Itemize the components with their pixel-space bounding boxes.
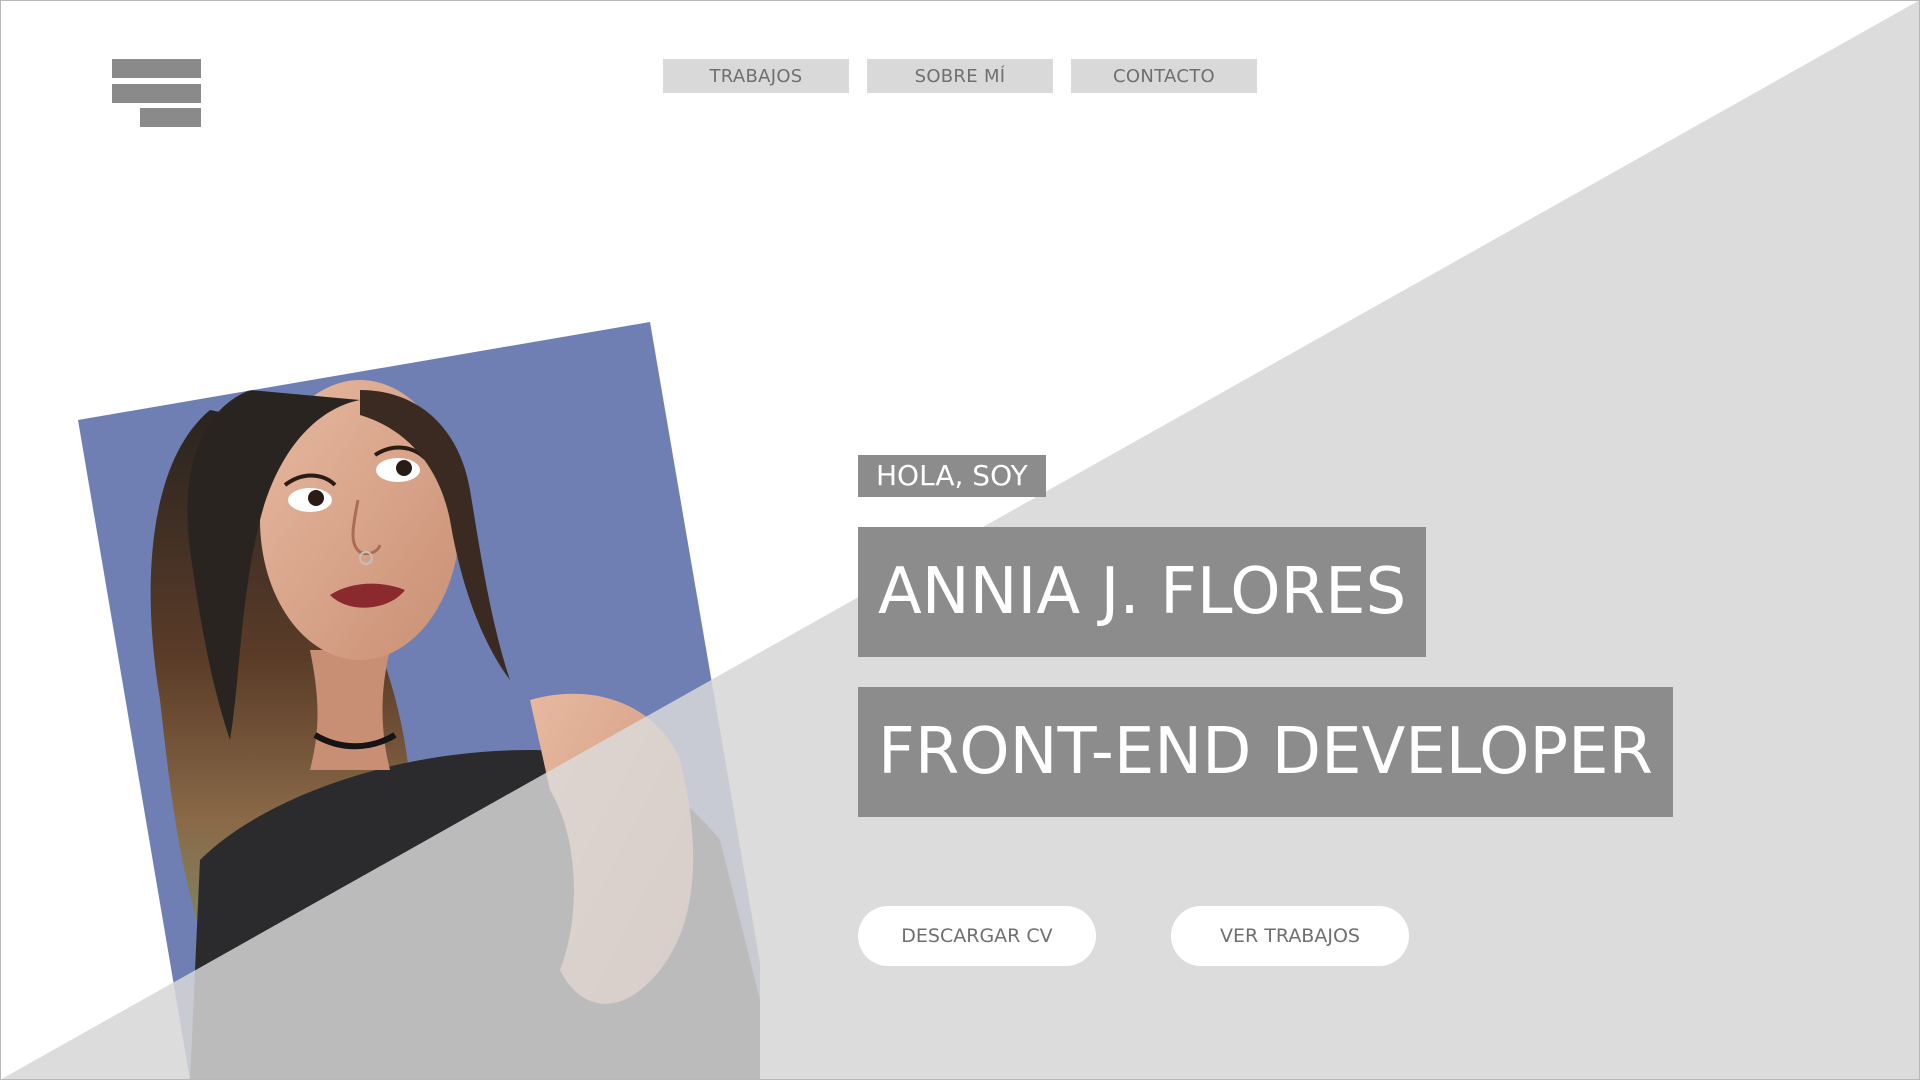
hero-name: ANNIA J. FLORES [858, 527, 1427, 657]
hamburger-menu-icon[interactable] [112, 59, 202, 129]
nav-item-contacto[interactable]: CONTACTO [1071, 59, 1257, 93]
main-nav: TRABAJOS SOBRE MÍ CONTACTO [663, 59, 1257, 93]
view-works-button[interactable]: VER TRABAJOS [1171, 906, 1409, 966]
portrait-image [78, 322, 760, 1080]
download-cv-button[interactable]: DESCARGAR CV [858, 906, 1096, 966]
nav-item-sobre-mi[interactable]: SOBRE MÍ [867, 59, 1053, 93]
profile-photo [60, 320, 760, 1080]
hero-role: FRONT-END DEVELOPER [858, 687, 1673, 817]
landing-page: TRABAJOS SOBRE MÍ CONTACTO HOLA, SOY ANN… [0, 0, 1920, 1080]
greeting-label: HOLA, SOY [858, 455, 1046, 497]
logo-bar-top [112, 59, 201, 78]
hero-section: HOLA, SOY ANNIA J. FLORES FRONT-END DEVE… [858, 455, 1673, 817]
logo-bar-bottom [140, 108, 201, 127]
nav-item-trabajos[interactable]: TRABAJOS [663, 59, 849, 93]
logo-bar-middle [112, 84, 201, 103]
